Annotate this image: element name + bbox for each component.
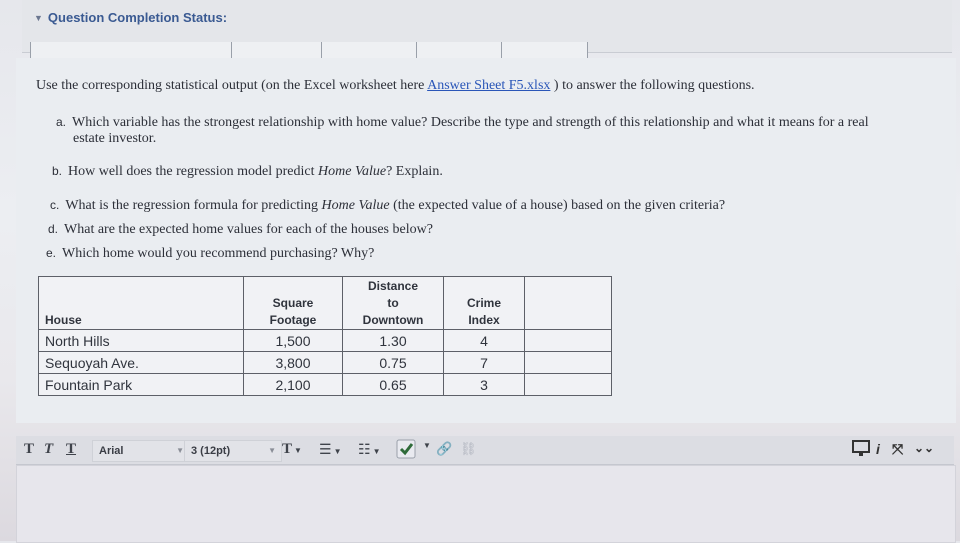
chevron-down-icon: ▼ (294, 446, 302, 455)
font-family-value: Arial (99, 445, 124, 457)
numbered-list-icon[interactable]: ☷ ▼ (358, 441, 380, 458)
bold-button[interactable]: T (24, 441, 34, 458)
question-text: Which variable has the strongest relatio… (72, 115, 869, 130)
cell-house: North Hills (38, 329, 244, 352)
cell-empty (524, 351, 612, 374)
answer-editor[interactable] (16, 465, 956, 543)
intro-after: ) to answer the following questions. (550, 78, 755, 93)
italic-button[interactable]: T (44, 441, 53, 458)
editor-toolbar: T T T Arial ▼ 3 (12pt) ▼ T ▼ ☰ ▼ ☷ ▼ ▼ 🔗 ⛓ … (16, 436, 954, 465)
question-italic: Home Value (321, 198, 390, 213)
question-e: e. Which home would you recommend purchas… (46, 245, 374, 262)
preview-icon[interactable] (852, 439, 870, 460)
chevron-down-icon: ▼ (176, 446, 184, 455)
question-text-after: (the expected value of a house) based on… (389, 198, 726, 213)
status-toggle[interactable]: ▼ Question Completion Status: (34, 10, 227, 25)
chevron-down-icon: ▼ (268, 446, 276, 455)
question-label: a. (56, 115, 67, 129)
header-distance: Distance to Downtown (342, 276, 444, 330)
cell-empty (524, 373, 612, 396)
spellcheck-icon[interactable] (396, 439, 418, 462)
question-label: e. (46, 246, 57, 260)
question-text: Which home would you recommend purchasin… (62, 246, 375, 261)
question-c: c. What is the regression formula for pre… (50, 197, 725, 214)
table-row: Fountain Park 2,100 0.65 3 (38, 373, 612, 396)
question-a: a. Which variable has the strongest relat… (56, 114, 941, 147)
intro-before: Use the corresponding statistical output… (36, 78, 428, 93)
question-italic: Home Value (318, 164, 387, 179)
header-crime-index: Crime Index (443, 276, 525, 330)
table-header-row: House Square Footage Distance to Downtown C… (38, 276, 612, 330)
font-size-select[interactable]: 3 (12pt) ▼ (184, 440, 282, 462)
question-text: How well does the regression model predi… (68, 164, 319, 179)
cell-crime: 4 (443, 329, 525, 352)
header-empty (524, 276, 612, 330)
question-label: b. (52, 164, 63, 178)
cell-distance: 1.30 (342, 329, 444, 352)
cell-crime: 3 (443, 373, 525, 396)
cell-sqft: 1,500 (243, 329, 343, 352)
cell-sqft: 3,800 (243, 351, 343, 374)
question-content: Use the corresponding statistical output… (16, 58, 956, 423)
text-color-button[interactable]: T ▼ (282, 441, 302, 458)
cell-empty (524, 329, 612, 352)
previous-table-edge (30, 42, 588, 59)
intro-text: Use the corresponding statistical output… (36, 78, 755, 94)
text-color-glyph: T (282, 441, 293, 457)
question-text: What is the regression formula for predi… (65, 198, 322, 213)
chevron-down-icon[interactable]: ▼ (423, 441, 431, 450)
unlink-icon[interactable]: ⛓ (460, 441, 477, 457)
cell-crime: 7 (443, 351, 525, 374)
cell-sqft: 2,100 (243, 373, 343, 396)
table-row: Sequoyah Ave. 3,800 0.75 7 (38, 351, 612, 374)
question-text-after: ? Explain. (386, 164, 443, 179)
info-icon[interactable]: i (876, 441, 880, 457)
question-text-cont: estate investor. (73, 131, 157, 146)
cell-house: Sequoyah Ave. (38, 351, 244, 374)
question-label: d. (48, 222, 59, 236)
status-title: Question Completion Status: (47, 10, 228, 25)
bullet-list-icon[interactable]: ☰ ▼ (319, 441, 341, 458)
cell-distance: 0.75 (342, 351, 444, 374)
chevron-down-icon: ▼ (34, 12, 43, 23)
answer-sheet-link[interactable]: Answer Sheet F5.xlsx (427, 78, 550, 93)
link-icon[interactable]: 🔗 (436, 441, 452, 457)
cell-distance: 0.65 (342, 373, 444, 396)
expand-toolbar-icon[interactable]: ⌄⌄ (914, 441, 934, 455)
font-family-select[interactable]: Arial ▼ (92, 440, 190, 462)
table-row: North Hills 1,500 1.30 4 (38, 329, 612, 352)
font-size-value: 3 (12pt) (191, 445, 231, 457)
question-text: What are the expected home values for ea… (64, 222, 433, 237)
underline-button[interactable]: T (66, 441, 76, 458)
header-square-footage: Square Footage (243, 276, 343, 330)
header-house: House (38, 276, 244, 330)
homes-table: House Square Footage Distance to Downtown C… (38, 276, 612, 396)
question-d: d. What are the expected home values for … (48, 221, 433, 238)
question-b: b. How well does the regression model pre… (52, 163, 443, 180)
cell-house: Fountain Park (38, 373, 244, 396)
fullscreen-icon[interactable]: ⤧ (892, 441, 903, 458)
question-label: c. (50, 198, 60, 212)
